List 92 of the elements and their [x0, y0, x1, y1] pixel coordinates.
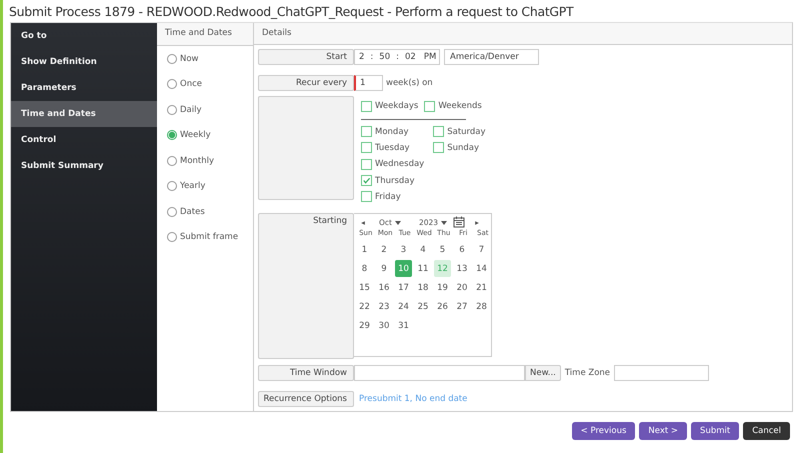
checkbox-label: Wednesday — [375, 159, 424, 170]
checkbox[interactable] — [361, 175, 372, 186]
time-zone-label: Time Zone — [564, 368, 610, 378]
radio-label: Monthly — [180, 156, 214, 166]
action-button[interactable]: Cancel — [743, 422, 790, 440]
calendar-day[interactable]: 27 — [454, 298, 470, 315]
field-label: Recurrence Options — [258, 391, 354, 407]
action-button[interactable]: Next > — [639, 422, 688, 440]
sidebar-item[interactable]: Show Definition — [11, 49, 157, 75]
input-field[interactable] — [354, 365, 525, 381]
checkbox[interactable] — [361, 100, 372, 112]
calendar-day[interactable]: 16 — [376, 279, 392, 296]
window-title: Submit Process 1879 - REDWOOD.Redwood_ChatGPT_Request - Perform a request to ChatGPT — [8, 3, 575, 21]
calendar-day[interactable]: 6 — [454, 241, 470, 258]
checkbox[interactable] — [361, 191, 372, 202]
checkbox-label: Tuesday — [375, 142, 410, 153]
calendar-day[interactable]: 18 — [414, 279, 432, 296]
field-label: Starting — [258, 213, 354, 359]
calendar-day[interactable]: 28 — [473, 298, 490, 315]
radio-button[interactable] — [167, 79, 177, 90]
calendar-day[interactable]: 31 — [395, 317, 412, 334]
calendar-day[interactable]: 5 — [434, 241, 451, 258]
radio-button[interactable] — [167, 104, 177, 115]
action-button[interactable]: < Previous — [572, 422, 636, 440]
checkbox-label: Thursday — [375, 176, 415, 186]
checkbox[interactable] — [424, 100, 436, 112]
radio-label: Submit frame — [180, 232, 238, 242]
checkbox-label: Friday — [375, 192, 401, 202]
radio-label: Dates — [180, 206, 205, 217]
radio-button[interactable] — [167, 206, 177, 217]
calendar-day[interactable]: 2 — [376, 241, 392, 258]
sidebar-item[interactable]: Submit Summary — [11, 153, 157, 179]
radio-button[interactable] — [167, 130, 177, 140]
calendar-day[interactable]: 19 — [434, 279, 451, 296]
action-button[interactable]: Submit — [691, 422, 740, 440]
calendar-day[interactable]: 15 — [356, 279, 373, 296]
field-label: Recur every — [258, 75, 354, 92]
calendar-day[interactable]: 24 — [395, 298, 412, 315]
unit-label: week(s) on — [386, 77, 433, 90]
calendar-day[interactable]: 20 — [454, 279, 470, 296]
sidebar-item[interactable]: Go to — [11, 23, 157, 49]
column-heading: Time and Dates — [157, 23, 253, 46]
checkbox-label: Weekdays — [375, 101, 418, 112]
checkbox[interactable] — [361, 126, 372, 138]
field-label: Start — [258, 49, 354, 66]
radio-label: Yearly — [180, 181, 206, 192]
new-button[interactable]: New... — [525, 365, 561, 381]
radio-label: Daily — [180, 104, 202, 115]
radio-button[interactable] — [167, 156, 177, 166]
calendar-day[interactable]: 1 — [356, 241, 373, 258]
calendar-day[interactable]: 11 — [414, 260, 432, 277]
time-field[interactable]: 2 : 50 : 02 PM — [354, 49, 440, 66]
checkbox[interactable] — [433, 126, 444, 138]
calendar-day[interactable]: 26 — [434, 298, 451, 315]
calendar-day[interactable]: 22 — [356, 298, 373, 315]
calendar-day[interactable]: 30 — [376, 317, 392, 334]
input-field[interactable]: 1 — [354, 75, 383, 92]
calendar-day[interactable]: 8 — [356, 260, 373, 277]
radio-label: Weekly — [180, 130, 211, 140]
caret-icon — [394, 220, 401, 224]
calendar-day[interactable]: 4 — [414, 241, 432, 258]
calendar-day[interactable]: 25 — [414, 298, 432, 315]
calendar-day[interactable]: 13 — [454, 260, 470, 277]
sidebar-item[interactable]: Time and Dates — [11, 101, 157, 127]
sidebar-item[interactable]: Control — [11, 127, 157, 153]
column-heading: Details — [254, 23, 792, 46]
calendar-day[interactable]: 23 — [376, 298, 392, 315]
checkbox-label: Weekends — [438, 101, 482, 112]
radio-button[interactable] — [167, 181, 177, 192]
caret-icon — [441, 220, 448, 224]
sidebar-item[interactable]: Parameters — [11, 75, 157, 101]
checkbox[interactable] — [361, 158, 372, 170]
time-zone-field[interactable]: America/Denver — [444, 49, 539, 66]
calendar-day[interactable]: 3 — [395, 241, 412, 258]
radio-label: Now — [180, 54, 199, 64]
calendar-day[interactable]: 17 — [395, 279, 412, 296]
radio-button[interactable] — [167, 232, 177, 242]
radio-button[interactable] — [167, 54, 177, 64]
checkbox[interactable] — [433, 142, 444, 154]
radio-label: Once — [180, 79, 202, 90]
checkbox-label: Sunday — [447, 142, 480, 153]
calendar-day[interactable]: 9 — [376, 260, 392, 277]
checkbox[interactable] — [361, 142, 372, 154]
calendar-day[interactable]: 7 — [473, 241, 490, 258]
time-zone-field[interactable] — [614, 365, 710, 381]
checkbox-label: Monday — [375, 126, 409, 137]
calendar-day[interactable]: 21 — [473, 279, 490, 296]
calendar-day[interactable]: 29 — [356, 317, 373, 334]
checkbox-label: Saturday — [447, 126, 486, 137]
calendar-day[interactable]: 14 — [473, 260, 490, 277]
field-label: Time Window — [258, 365, 354, 381]
calendar-icon[interactable] — [453, 216, 466, 228]
